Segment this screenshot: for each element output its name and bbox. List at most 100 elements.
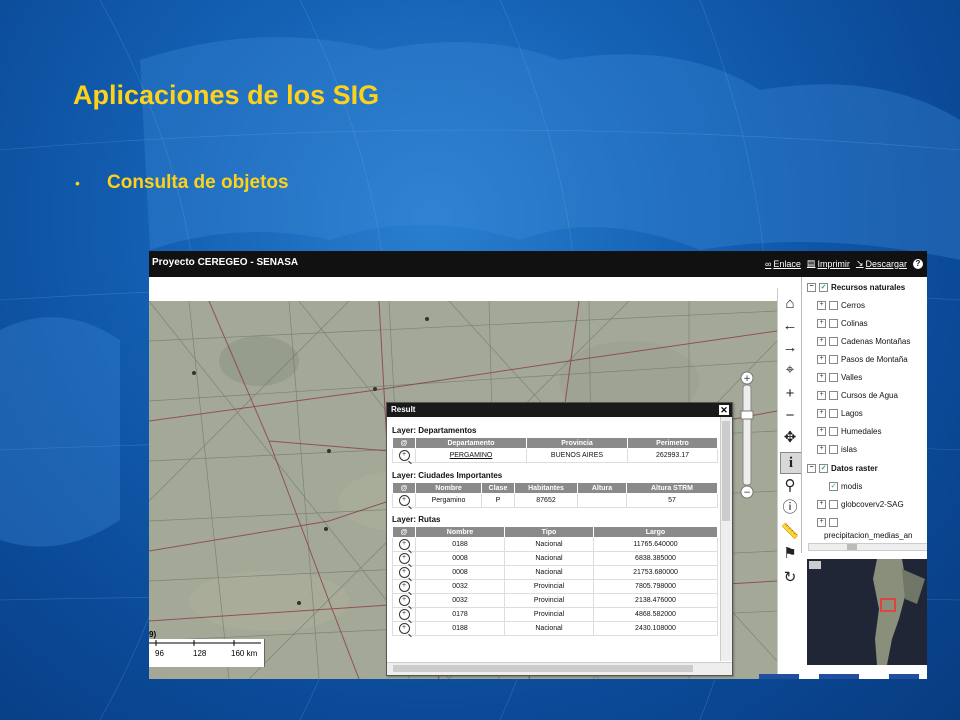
- layer-item[interactable]: + Humedales: [817, 427, 881, 436]
- collapse-icon[interactable]: −: [807, 464, 816, 473]
- table-row: + PERGAMINO BUENOS AIRES 262993.17: [392, 448, 718, 463]
- result-vscrollbar[interactable]: [720, 417, 732, 661]
- table-cell: 262993.17: [627, 448, 718, 463]
- layer-group-raster[interactable]: − ✓ Datos raster: [807, 464, 878, 473]
- zoom-to-icon[interactable]: +: [398, 581, 410, 592]
- checkbox[interactable]: [829, 518, 838, 527]
- column-header: @: [392, 482, 416, 494]
- table-row: +0188 Nacional 2430.108000: [392, 621, 718, 636]
- zoom-to-icon[interactable]: +: [398, 450, 410, 461]
- scale-bar: 9) 96 128 160 km: [149, 630, 265, 667]
- bullet-text: Consulta de objetos: [107, 172, 289, 193]
- expand-icon[interactable]: +: [817, 518, 826, 527]
- layer-item[interactable]: ✓ modis: [817, 482, 862, 491]
- zoom-slider[interactable]: + −: [739, 371, 755, 499]
- header-links: ∞ Enlace ▤ Imprimir ↘ Descargar ?: [765, 258, 923, 269]
- pin-icon[interactable]: ⚑: [780, 544, 800, 564]
- checkbox[interactable]: [829, 391, 838, 400]
- column-header: Largo: [593, 526, 718, 538]
- print-button[interactable]: ▤ Imprimir: [807, 258, 850, 269]
- expand-icon[interactable]: +: [817, 319, 826, 328]
- zoom-to-icon[interactable]: +: [398, 539, 410, 550]
- pan-icon[interactable]: ✥: [780, 428, 800, 448]
- layer-item[interactable]: + Pasos de Montaña: [817, 355, 908, 364]
- checkbox[interactable]: [829, 337, 838, 346]
- download-button[interactable]: ↘ Descargar: [856, 258, 907, 269]
- checkbox[interactable]: [829, 355, 838, 364]
- checkbox[interactable]: [829, 427, 838, 436]
- identify-icon[interactable]: i: [780, 452, 802, 474]
- help-icon[interactable]: ?: [913, 258, 923, 269]
- measure-icon[interactable]: 📏: [780, 522, 800, 542]
- layer-item[interactable]: + Cadenas Montañas: [817, 337, 910, 346]
- layer-item[interactable]: + globcoverv2-SAG: [817, 500, 904, 509]
- checkbox[interactable]: [829, 301, 838, 310]
- departamentos-table: @ Departamento Provincia Perimetro + PER…: [392, 437, 718, 463]
- table-cell: Nacional: [504, 537, 594, 552]
- zoom-to-icon[interactable]: +: [398, 495, 410, 506]
- expand-icon[interactable]: +: [817, 301, 826, 310]
- info-icon[interactable]: ⓘ: [780, 498, 800, 518]
- checkbox[interactable]: ✓: [819, 283, 828, 292]
- checkbox[interactable]: [829, 373, 838, 382]
- table-row: +0178 Provincial 4868.582000: [392, 607, 718, 622]
- layer-item[interactable]: + Lagos: [817, 409, 863, 418]
- layers-panel: − ✓ Recursos naturales + Cerros + Colinas + C…: [801, 277, 927, 553]
- result-hscrollbar[interactable]: [387, 662, 732, 675]
- zoom-in-plus-icon[interactable]: +: [780, 384, 800, 404]
- layer-item[interactable]: + Cursos de Agua: [817, 391, 898, 400]
- zoom-to-icon[interactable]: +: [398, 595, 410, 606]
- query-icon[interactable]: ⚲: [780, 476, 800, 496]
- layer-item[interactable]: +: [817, 518, 838, 527]
- overview-map[interactable]: [807, 559, 927, 665]
- result-dialog-header: Result ✕: [387, 403, 732, 417]
- zoom-to-icon[interactable]: +: [398, 623, 410, 634]
- layer-item[interactable]: + Valles: [817, 373, 862, 382]
- zoom-to-icon[interactable]: +: [398, 567, 410, 578]
- column-header: Perimetro: [627, 437, 718, 449]
- link-button[interactable]: ∞ Enlace: [765, 259, 801, 269]
- slide-title: Aplicaciones de los SIG: [73, 80, 380, 110]
- zoom-to-icon[interactable]: +: [398, 609, 410, 620]
- checkbox[interactable]: [829, 445, 838, 454]
- layer-item[interactable]: + Cerros: [817, 301, 865, 310]
- checkbox[interactable]: ✓: [829, 482, 838, 491]
- zoom-to-icon[interactable]: +: [398, 553, 410, 564]
- zoom-rect-icon[interactable]: ⌖: [780, 360, 800, 380]
- expand-icon[interactable]: +: [817, 373, 826, 382]
- checkbox[interactable]: ✓: [819, 464, 828, 473]
- column-header: @: [392, 437, 416, 449]
- refresh-icon[interactable]: ↻: [780, 568, 800, 588]
- column-header: Nombre: [415, 526, 505, 538]
- table-cell: 11765.640000: [593, 537, 718, 552]
- table-cell: 0008: [415, 565, 505, 580]
- layers-hscrollbar[interactable]: [808, 543, 927, 551]
- expand-icon[interactable]: +: [817, 337, 826, 346]
- checkbox[interactable]: [829, 319, 838, 328]
- expand-icon[interactable]: +: [817, 427, 826, 436]
- layer-item[interactable]: + Colinas: [817, 319, 868, 328]
- layer-group-recursos[interactable]: − ✓ Recursos naturales: [807, 283, 905, 292]
- table-cell: 57: [626, 493, 718, 508]
- expand-icon[interactable]: +: [817, 500, 826, 509]
- layer-item[interactable]: + islas: [817, 445, 857, 454]
- table-cell: 0188: [415, 621, 505, 636]
- rutas-table: @ Nombre Tipo Largo +0188 Nacional 11765.6…: [392, 526, 718, 636]
- back-arrow-icon[interactable]: ←: [780, 316, 800, 336]
- zoom-out-minus-icon[interactable]: −: [780, 406, 800, 426]
- column-header: Altura: [577, 482, 627, 494]
- forward-arrow-icon[interactable]: →: [780, 338, 800, 358]
- checkbox[interactable]: [829, 500, 838, 509]
- layer-label: Layer: Departamentos: [392, 426, 477, 435]
- expand-icon[interactable]: +: [817, 409, 826, 418]
- close-icon[interactable]: ✕: [719, 405, 729, 415]
- expand-icon[interactable]: +: [817, 391, 826, 400]
- result-title: Result: [391, 405, 416, 414]
- table-cell: Provincial: [504, 579, 594, 594]
- expand-icon[interactable]: +: [817, 355, 826, 364]
- collapse-icon[interactable]: −: [807, 283, 816, 292]
- home-icon[interactable]: ⌂: [780, 294, 800, 314]
- table-cell[interactable]: PERGAMINO: [415, 448, 527, 463]
- expand-icon[interactable]: +: [817, 445, 826, 454]
- checkbox[interactable]: [829, 409, 838, 418]
